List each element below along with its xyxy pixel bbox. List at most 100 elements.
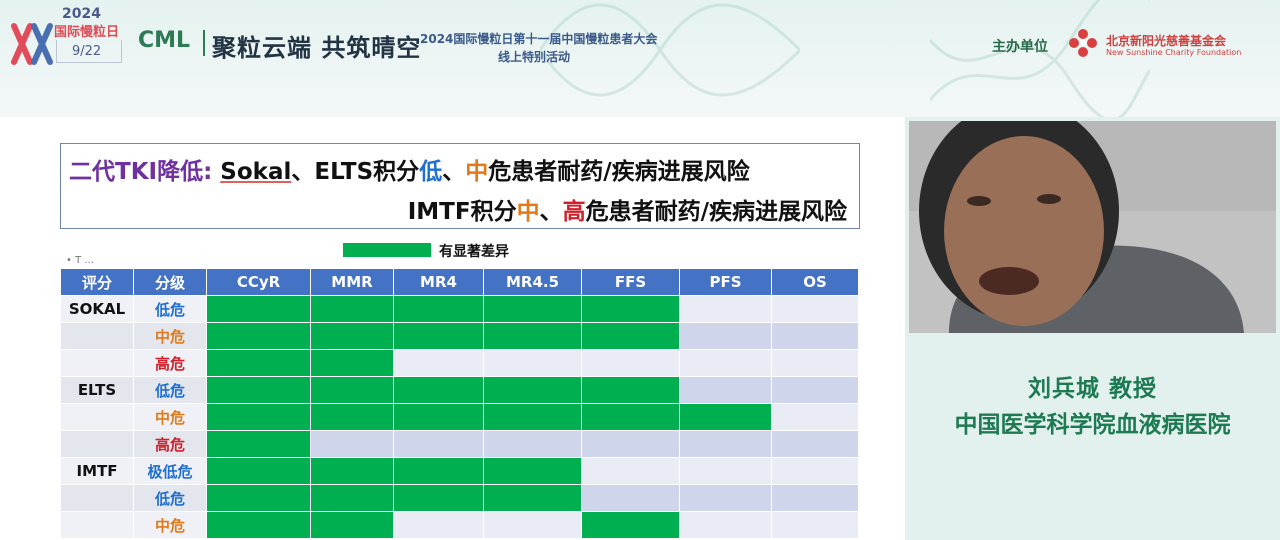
significant-cell (206, 403, 311, 431)
nonsignificant-cell (393, 430, 484, 458)
nonsignificant-cell (771, 430, 859, 458)
significant-cell (581, 511, 680, 539)
event-slogan: 聚粒云端 共筑晴空 (212, 33, 422, 62)
significant-cell (310, 322, 394, 350)
nonsignificant-cell (310, 430, 394, 458)
risk-level-cell: 中危 (133, 403, 207, 431)
column-header: 评分 (60, 268, 134, 296)
nonsignificant-cell (679, 457, 772, 485)
column-header: 分级 (133, 268, 207, 296)
significant-cell (483, 295, 582, 323)
risk-level-cell: 高危 (133, 349, 207, 377)
nonsignificant-cell (679, 511, 772, 539)
significant-cell (483, 484, 582, 512)
title-suffix: 危患者耐药/疾病进展风险 (488, 159, 750, 185)
conference-subtitle: 线上特别活动 (498, 50, 571, 64)
title-mid: 中 (465, 159, 489, 185)
nonsignificant-cell (771, 484, 859, 512)
title2-mid: 中 (516, 199, 540, 225)
significant-cell (393, 403, 484, 431)
risk-level-cell: 高危 (133, 430, 207, 458)
significant-cell (206, 322, 311, 350)
speaker-panel: 刘兵城 教授 中国医学科学院血液病医院 (905, 117, 1280, 540)
column-header: MR4.5 (483, 268, 582, 296)
speaker-video (909, 121, 1276, 333)
score-cell (60, 511, 134, 539)
nonsignificant-cell (393, 511, 484, 539)
title-elts: 、ELTS积分 (291, 159, 420, 185)
significant-cell (310, 511, 394, 539)
host-organization-en: New Sunshine Charity Foundation (1106, 48, 1242, 57)
score-cell (60, 322, 134, 350)
title2-sep: 、 (539, 199, 563, 225)
significant-cell (206, 295, 311, 323)
nonsignificant-cell (771, 295, 859, 323)
title-prefix: 二代TKI降低: (69, 159, 221, 185)
significant-cell (393, 376, 484, 404)
title2-high: 高 (562, 199, 586, 225)
nonsignificant-cell (483, 430, 582, 458)
presentation-slide: 二代TKI降低: Sokal、ELTS积分低、中危患者耐药/疾病进展风险 IMT… (0, 117, 905, 540)
significant-cell (310, 295, 394, 323)
column-header: MMR (310, 268, 394, 296)
nonsignificant-cell (679, 295, 772, 323)
nonsignificant-cell (581, 430, 680, 458)
score-cell: IMTF (60, 457, 134, 485)
table-row: SOKAL 低危 (60, 295, 859, 323)
slide-title-line-1: 二代TKI降低: Sokal、ELTS积分低、中危患者耐药/疾病进展风险 (69, 152, 750, 186)
title2-suffix: 危患者耐药/疾病进展风险 (585, 199, 847, 225)
score-cell (60, 430, 134, 458)
risk-level-cell: 低危 (133, 295, 207, 323)
title-sep: 、 (442, 159, 466, 185)
significant-cell (483, 376, 582, 404)
risk-level-cell: 中危 (133, 511, 207, 539)
host-organization: 北京新阳光慈善基金会 (1106, 34, 1227, 48)
column-header: CCyR (206, 268, 311, 296)
nonsignificant-cell (679, 484, 772, 512)
column-header: OS (771, 268, 859, 296)
event-year: 2024 (62, 6, 101, 22)
column-header: PFS (679, 268, 772, 296)
significant-cell (310, 376, 394, 404)
significant-cell (581, 403, 680, 431)
cml-logo: CML (138, 28, 191, 53)
table-row: 中危 (60, 403, 859, 431)
event-day-name: 国际慢粒日 (54, 25, 120, 40)
nonsignificant-cell (483, 349, 582, 377)
column-header: MR4 (393, 268, 484, 296)
score-cell (60, 484, 134, 512)
table-row: 高危 (60, 349, 859, 377)
title2-imtf: IMTF积分 (407, 199, 517, 225)
significant-cell (310, 484, 394, 512)
significant-cell (679, 403, 772, 431)
nonsignificant-cell (679, 376, 772, 404)
dna-decoration-icon (540, 3, 800, 97)
significant-cell (310, 403, 394, 431)
speaker-name: 刘兵城 教授 (1027, 376, 1157, 402)
speaker-face-shape (944, 136, 1104, 326)
score-cell: ELTS (60, 376, 134, 404)
significant-cell (206, 349, 311, 377)
risk-level-cell: 低危 (133, 484, 207, 512)
nonsignificant-cell (581, 484, 680, 512)
significant-cell (393, 457, 484, 485)
nonsignificant-cell (771, 349, 859, 377)
column-header: FFS (581, 268, 680, 296)
title-sokal: Sokal (220, 159, 292, 185)
table-row: 低危 (60, 484, 859, 512)
significant-cell (206, 457, 311, 485)
nonsignificant-cell (771, 322, 859, 350)
significant-cell (206, 430, 311, 458)
nonsignificant-cell (679, 322, 772, 350)
significant-cell (393, 484, 484, 512)
host-label: 主办单位 (992, 39, 1048, 55)
event-banner: 2024 国际慢粒日 9/22 CML 聚粒云端 共筑晴空 2024国际慢粒日第… (0, 0, 1280, 117)
nonsignificant-cell (393, 349, 484, 377)
significant-cell (206, 511, 311, 539)
speaker-institution: 中国医学科学院血液病医院 (954, 412, 1231, 438)
slide-title-line-2: IMTF积分中、高危患者耐药/疾病进展风险 (408, 192, 847, 226)
table-row: IMTF 极低危 (60, 457, 859, 485)
speaker-video-frame (909, 121, 1276, 333)
slide-title-box: 二代TKI降低: Sokal、ELTS积分低、中危患者耐药/疾病进展风险 IMT… (60, 143, 860, 229)
significant-cell (206, 376, 311, 404)
